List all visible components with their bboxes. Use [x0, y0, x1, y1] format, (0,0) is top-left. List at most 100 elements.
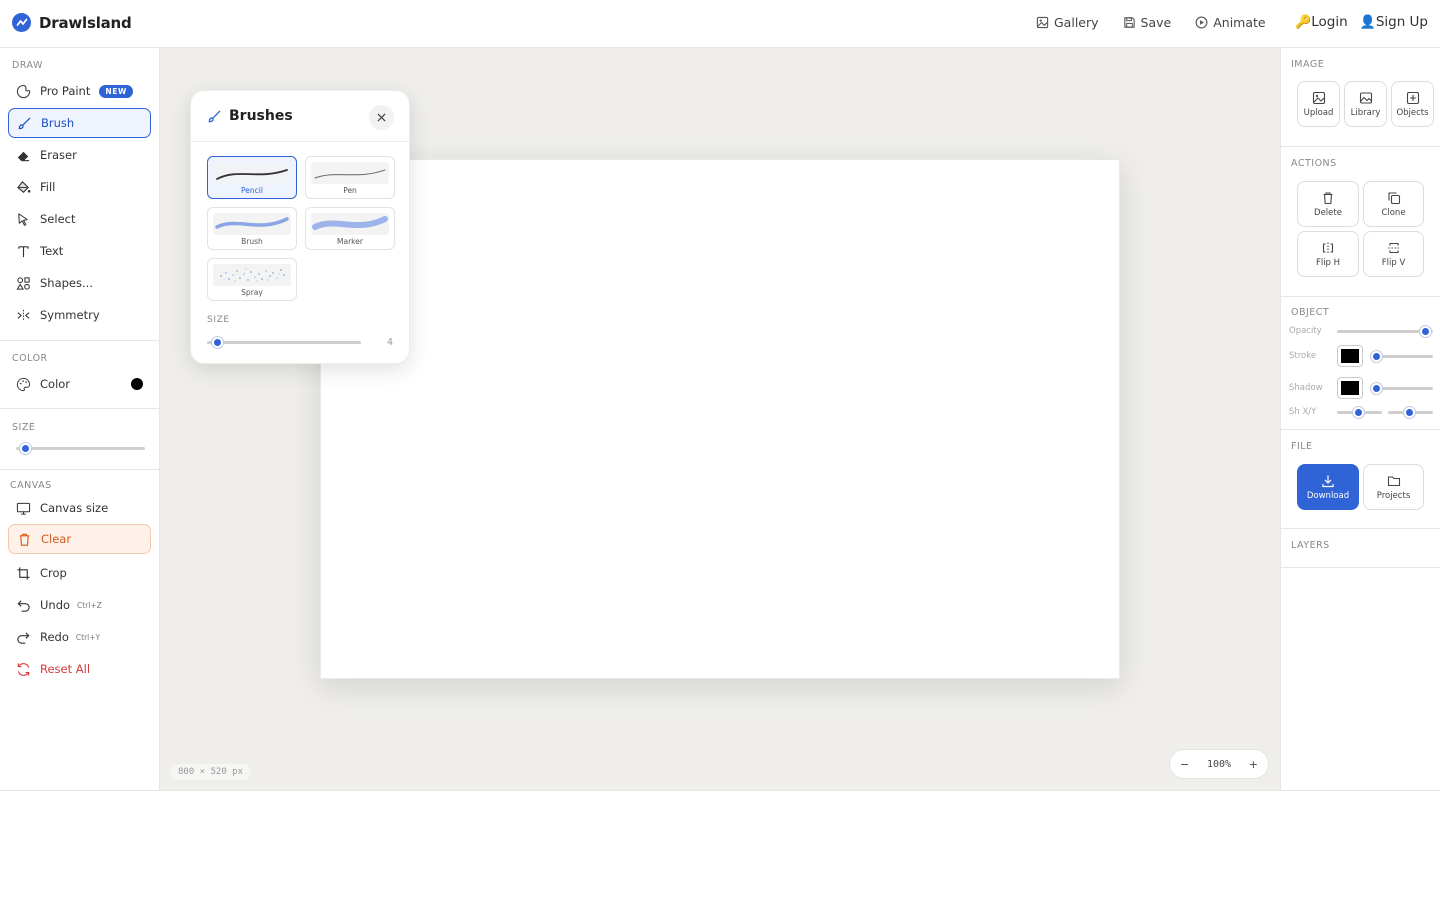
stroke-color-swatch[interactable]	[1337, 345, 1363, 367]
zoom-out-button[interactable]: −	[1180, 758, 1189, 771]
shapes-icon	[16, 276, 30, 290]
opacity-slider[interactable]	[1337, 326, 1433, 337]
tool-crop[interactable]: Crop	[8, 558, 151, 588]
upload-button[interactable]: Upload	[1297, 81, 1340, 127]
current-color-swatch[interactable]	[131, 378, 143, 390]
tool-eraser-label: Eraser	[40, 148, 77, 162]
pencil-preview	[213, 162, 291, 184]
library-label: Library	[1350, 107, 1381, 118]
brush-size-knob[interactable]	[212, 337, 223, 348]
tool-fill[interactable]: Fill	[8, 172, 151, 202]
brand[interactable]: Drawlsland	[12, 13, 132, 32]
undo-shortcut: Ctrl+Z	[77, 600, 102, 610]
shadow-y-knob[interactable]	[1404, 407, 1415, 418]
size-slider-knob[interactable]	[20, 443, 31, 454]
save-icon	[1123, 17, 1135, 28]
right-divider	[1281, 146, 1440, 147]
login-link[interactable]: 🔑Login	[1295, 14, 1348, 30]
actions-section-title: ACTIONS	[1291, 158, 1337, 169]
brush-option-marker[interactable]: Marker	[305, 207, 395, 250]
close-button[interactable]	[369, 105, 394, 130]
flip-h-button[interactable]: Flip H	[1297, 231, 1359, 277]
stroke-width-knob[interactable]	[1371, 351, 1382, 362]
delete-button[interactable]: Delete	[1297, 181, 1359, 227]
brush-icon	[18, 117, 31, 129]
shadow-color-swatch[interactable]	[1337, 377, 1363, 399]
tool-redo[interactable]: Redo Ctrl+Y	[8, 622, 151, 652]
tool-shapes-label: Shapes...	[40, 276, 93, 290]
shadow-x-slider[interactable]	[1337, 407, 1382, 418]
zoom-control: − 100% +	[1169, 749, 1269, 779]
eraser-icon	[17, 151, 30, 161]
add-square-icon	[1406, 91, 1419, 104]
stroke-width-slider[interactable]	[1371, 351, 1433, 362]
trash-icon	[1323, 191, 1333, 204]
brush-size-slider[interactable]	[207, 337, 361, 348]
tool-undo-label: Undo	[40, 598, 71, 612]
tool-shapes[interactable]: Shapes...	[8, 268, 151, 298]
left-toolbar: DRAW Pro Paint NEW Brush Eraser Fill Sel…	[0, 48, 160, 790]
tool-undo[interactable]: Undo Ctrl+Z	[8, 590, 151, 620]
zoom-in-button[interactable]: +	[1249, 758, 1258, 771]
nav-animate-label: Animate	[1213, 15, 1266, 30]
brush-option-brush[interactable]: Brush	[207, 207, 297, 250]
clone-label: Clone	[1381, 207, 1406, 218]
tool-canvas-size[interactable]: Canvas size	[8, 493, 151, 523]
signup-link[interactable]: 👤Sign Up	[1360, 14, 1428, 30]
crop-icon	[17, 566, 30, 580]
upload-label: Upload	[1303, 107, 1334, 118]
play-icon	[1195, 16, 1208, 29]
brand-name: Drawlsland	[39, 13, 132, 32]
redo-shortcut: Ctrl+Y	[75, 632, 101, 642]
tool-text[interactable]: Text	[8, 236, 151, 266]
tool-symmetry[interactable]: Symmetry	[8, 300, 151, 330]
nav-gallery[interactable]: Gallery	[1036, 15, 1099, 30]
flip-horizontal-icon	[1322, 242, 1334, 253]
color-picker[interactable]: Color	[8, 369, 151, 399]
top-nav: Gallery Save Animate	[1036, 15, 1266, 30]
flip-v-button[interactable]: Flip V	[1363, 231, 1424, 277]
tool-reset-all[interactable]: Reset All	[8, 654, 151, 684]
projects-button[interactable]: Projects	[1363, 464, 1424, 510]
tool-eraser[interactable]: Eraser	[8, 140, 151, 170]
nav-animate[interactable]: Animate	[1195, 15, 1266, 30]
brushes-title-label: Brushes	[229, 108, 293, 124]
brush-option-pen[interactable]: Pen	[305, 156, 395, 199]
brand-logo-icon	[12, 13, 31, 32]
monitor-icon	[16, 502, 31, 515]
gallery-icon	[1359, 91, 1372, 104]
clone-button[interactable]: Clone	[1363, 181, 1424, 227]
download-button[interactable]: Download	[1297, 464, 1359, 510]
library-button[interactable]: Library	[1344, 81, 1387, 127]
shadow-blur-slider[interactable]	[1371, 383, 1433, 394]
shadow-y-slider[interactable]	[1388, 407, 1433, 418]
brush-option-spray[interactable]: Spray	[207, 258, 297, 301]
zoom-level: 100%	[1206, 758, 1232, 770]
tool-brush[interactable]: Brush	[8, 108, 151, 138]
brush-size-value: 4	[387, 337, 394, 348]
shadow-blur-knob[interactable]	[1371, 383, 1382, 394]
flip-h-label: Flip H	[1315, 257, 1341, 268]
nav-save[interactable]: Save	[1123, 15, 1171, 30]
symmetry-icon	[17, 309, 30, 321]
size-slider[interactable]	[16, 443, 145, 454]
drawing-canvas[interactable]	[320, 159, 1120, 679]
download-label: Download	[1306, 490, 1350, 501]
folder-icon	[1387, 475, 1400, 486]
close-icon	[377, 113, 386, 122]
tool-pro-paint[interactable]: Pro Paint NEW	[8, 76, 151, 106]
opacity-knob[interactable]	[1420, 326, 1431, 337]
tool-select[interactable]: Select	[8, 204, 151, 234]
paint-bucket-icon	[17, 180, 31, 193]
brush-icon	[208, 110, 221, 122]
brush-option-label: Brush	[241, 237, 263, 246]
brush-option-pencil[interactable]: Pencil	[207, 156, 297, 199]
color-label: Color	[40, 377, 71, 391]
shadow-x-knob[interactable]	[1353, 407, 1364, 418]
right-panel: IMAGE Upload Library Objects ACTIONS Del…	[1280, 48, 1440, 790]
brushes-popup: Brushes Pencil Pen Brush Marker Spray SI…	[190, 90, 411, 364]
objects-button[interactable]: Objects	[1391, 81, 1434, 127]
tool-clear[interactable]: Clear	[8, 524, 151, 554]
projects-label: Projects	[1376, 490, 1411, 501]
delete-label: Delete	[1314, 207, 1342, 218]
